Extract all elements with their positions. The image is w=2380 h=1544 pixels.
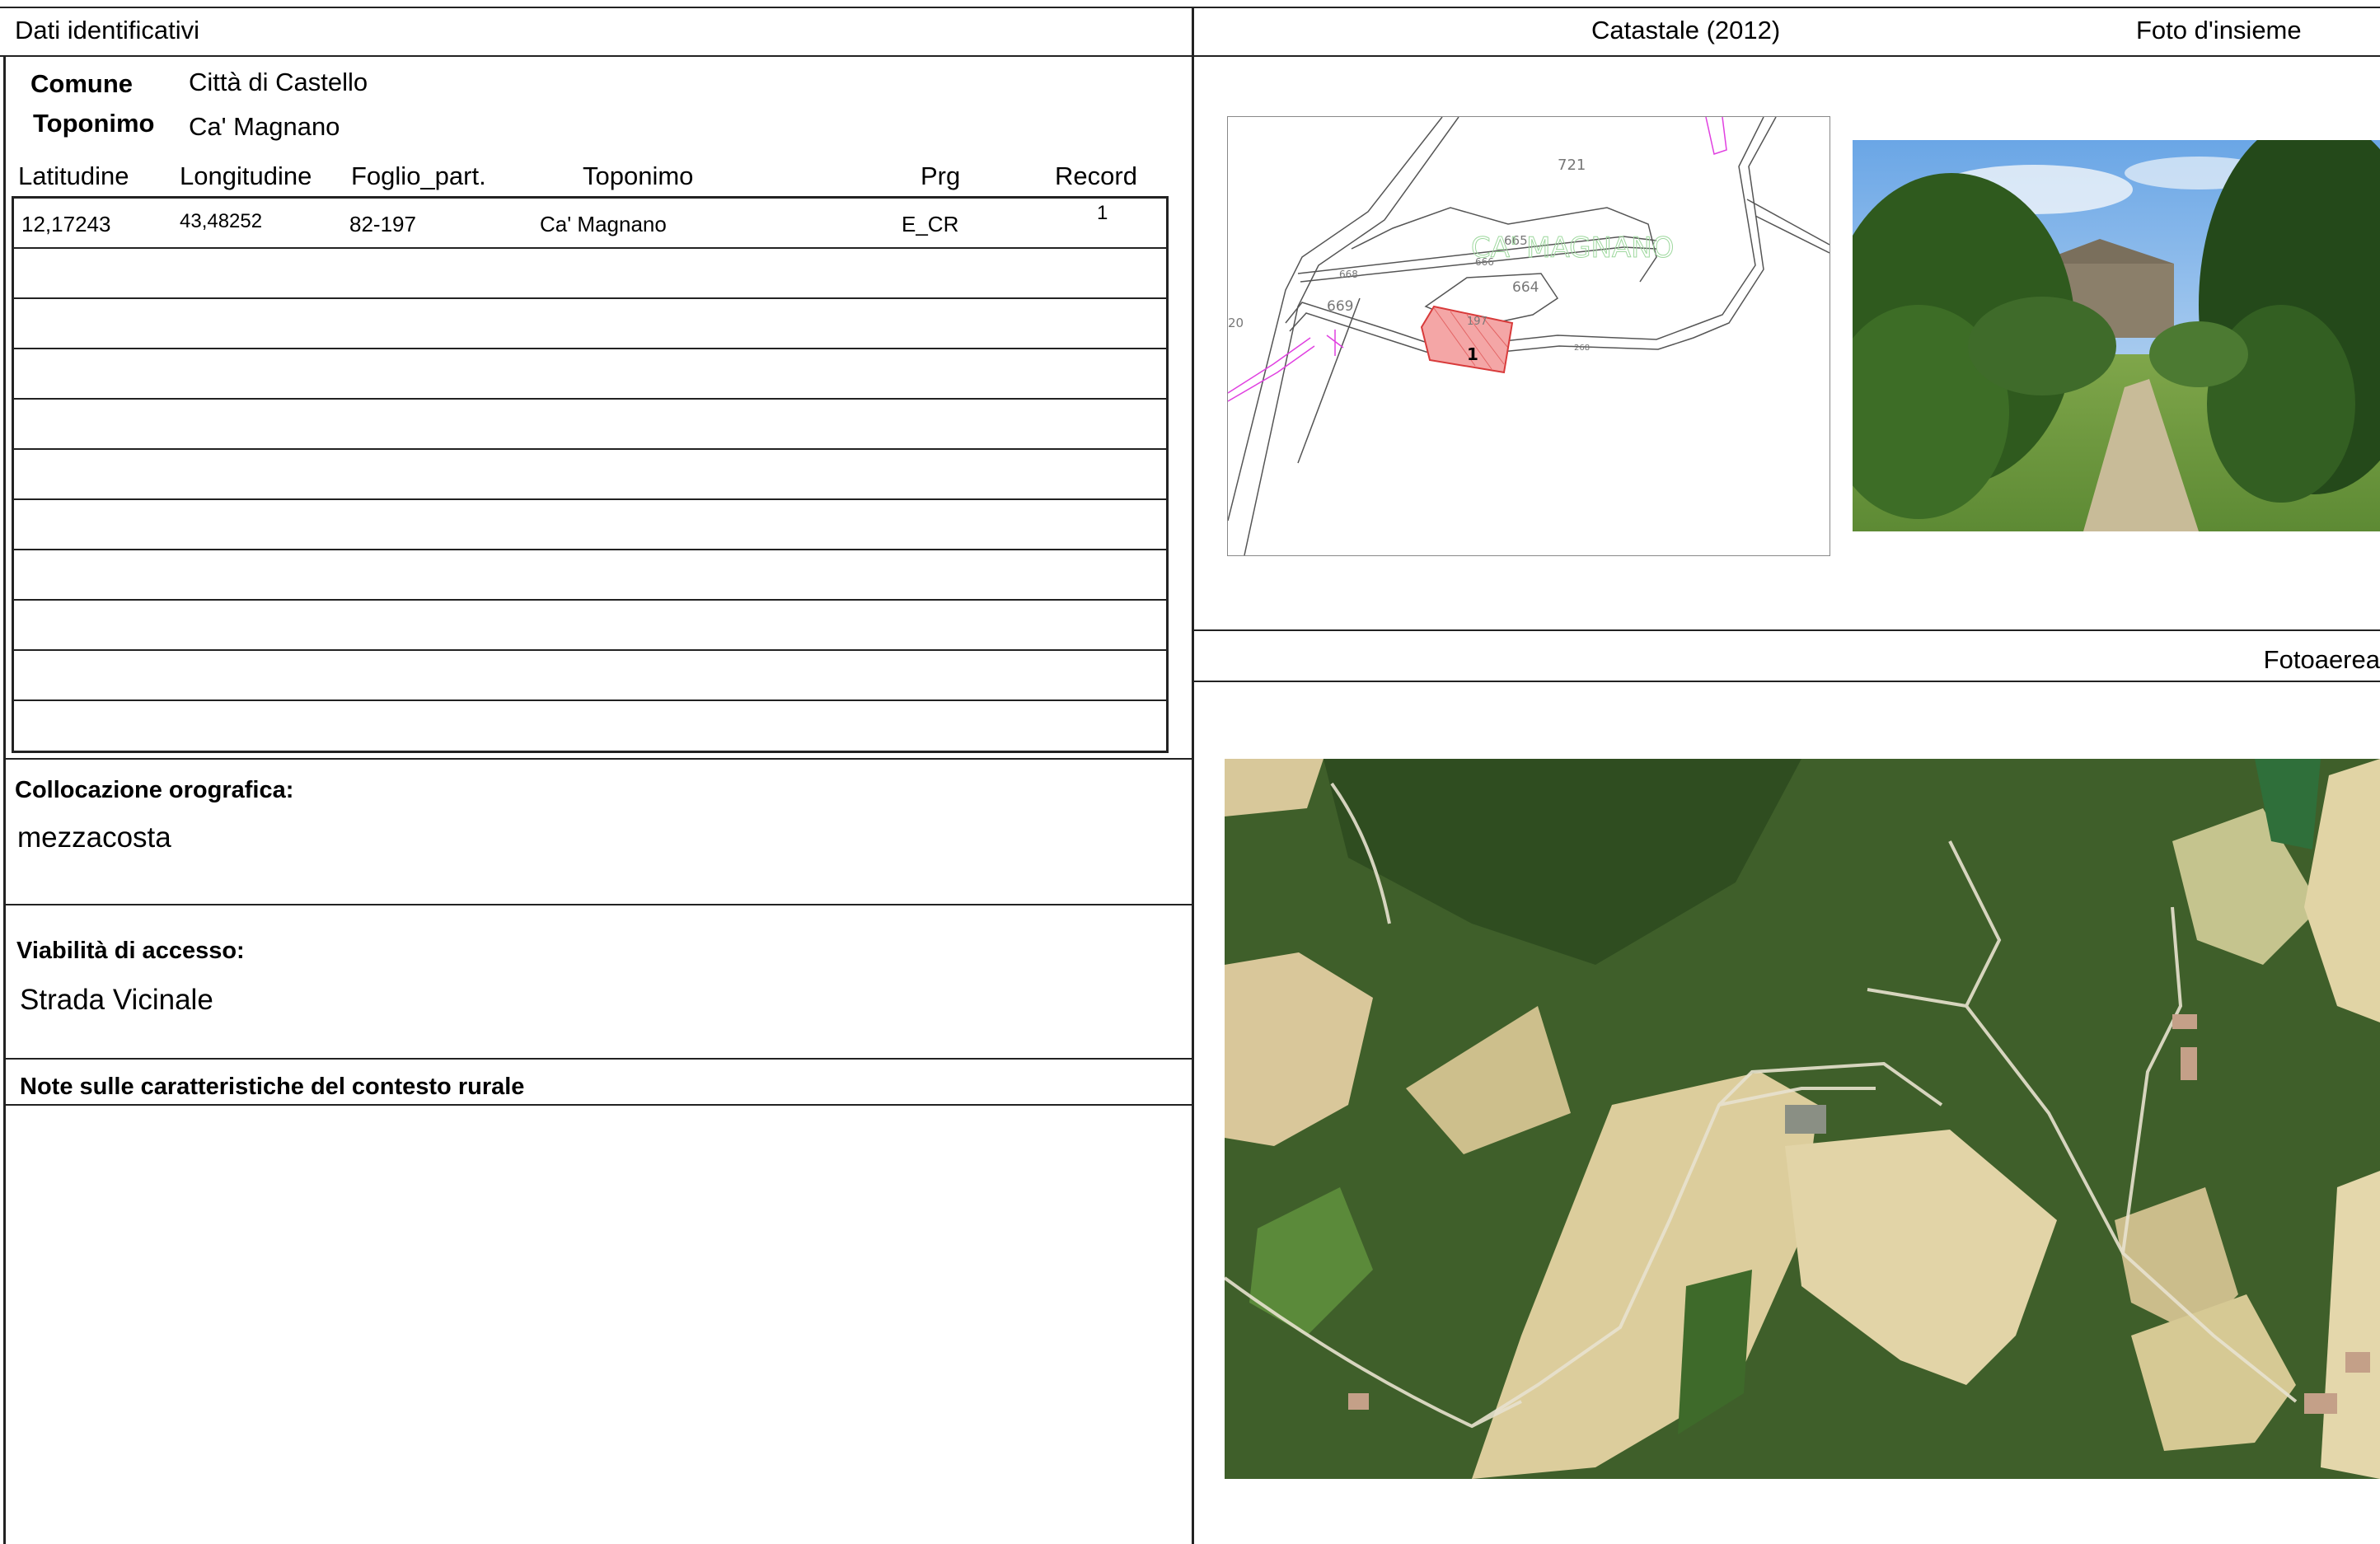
table-row-divider bbox=[14, 247, 1166, 249]
parcel-label-668: 668 bbox=[1339, 269, 1358, 280]
parcel-label-669: 669 bbox=[1327, 298, 1353, 315]
table-row-divider bbox=[14, 498, 1166, 500]
parcel-label-268: 268 bbox=[1574, 344, 1590, 353]
orography-label: Collocazione orografica: bbox=[15, 777, 294, 803]
aerial-header-bottom-rule bbox=[1192, 681, 2380, 682]
column-header-prg: Prg bbox=[921, 161, 961, 190]
comune-label: Comune bbox=[30, 69, 133, 98]
access-top-rule bbox=[3, 904, 1192, 905]
table-row-divider bbox=[14, 649, 1166, 651]
cell-longitudine: 43,48252 bbox=[180, 210, 263, 232]
table-row-divider bbox=[14, 549, 1166, 550]
aerial-header-top-rule bbox=[1192, 629, 2380, 631]
cadastral-map: 721 665 666 668 664 669 197 268 20 1 CA'… bbox=[1227, 116, 1830, 556]
toponimo-label: Toponimo bbox=[33, 109, 155, 138]
cell-foglio-part: 82-197 bbox=[349, 212, 416, 236]
aerial-photo-image bbox=[1225, 759, 2380, 1479]
parcel-label-721: 721 bbox=[1558, 157, 1586, 174]
column-header-record: Record bbox=[1055, 161, 1137, 190]
cell-latitudine: 12,17243 bbox=[21, 212, 111, 236]
table-row-divider bbox=[14, 398, 1166, 400]
column-header-foglio-part: Foglio_part. bbox=[351, 161, 486, 190]
comune-value: Città di Castello bbox=[189, 68, 368, 96]
column-header-longitudine: Longitudine bbox=[180, 161, 312, 190]
table-row-divider bbox=[14, 348, 1166, 349]
top-rule bbox=[0, 7, 2380, 8]
overall-photo-image bbox=[1853, 140, 2380, 531]
parcel-label-664: 664 bbox=[1512, 279, 1539, 296]
orography-value: mezzacosta bbox=[17, 821, 171, 854]
cell-prg: E_CR bbox=[902, 212, 959, 236]
overall-photo bbox=[1853, 140, 2380, 531]
left-border bbox=[3, 55, 6, 1544]
section-title-overall-photo: Foto d'insieme bbox=[2136, 16, 2302, 44]
record-marker: 1 bbox=[1467, 344, 1478, 364]
table-row-divider bbox=[14, 699, 1166, 701]
cadastral-map-drawing: 721 665 666 668 664 669 197 268 20 1 CA'… bbox=[1228, 117, 1830, 555]
section-title-aerial-photo: Fotoaerea bbox=[2263, 645, 2380, 674]
aerial-photo bbox=[1225, 759, 2380, 1479]
center-divider bbox=[1192, 7, 1194, 1544]
table-row-divider bbox=[14, 448, 1166, 450]
table-row-divider bbox=[14, 297, 1166, 299]
column-header-latitudine: Latitudine bbox=[18, 161, 129, 190]
records-table: 12,17243 43,48252 82-197 Ca' Magnano E_C… bbox=[12, 196, 1169, 753]
column-header-toponimo: Toponimo bbox=[583, 161, 694, 190]
parcel-label-20: 20 bbox=[1228, 316, 1244, 330]
notes-top-rule bbox=[3, 1058, 1192, 1060]
cell-record: 1 bbox=[1097, 202, 1108, 224]
place-name-label: CA' MAGNANO bbox=[1471, 232, 1674, 264]
access-label: Viabilità di accesso: bbox=[16, 938, 245, 964]
notes-header-rule bbox=[3, 1104, 1192, 1106]
notes-label: Note sulle caratteristiche del contesto … bbox=[20, 1074, 525, 1100]
access-value: Strada Vicinale bbox=[20, 984, 213, 1016]
table-row-divider bbox=[14, 599, 1166, 601]
orography-top-rule bbox=[3, 758, 1192, 760]
parcel-label-197: 197 bbox=[1467, 316, 1488, 328]
section-title-cadastral: Catastale (2012) bbox=[1591, 16, 1781, 44]
section-title-identification: Dati identificativi bbox=[15, 16, 199, 44]
toponimo-value: Ca' Magnano bbox=[189, 112, 340, 141]
cell-toponimo: Ca' Magnano bbox=[540, 212, 667, 236]
header-rule bbox=[0, 55, 2380, 57]
